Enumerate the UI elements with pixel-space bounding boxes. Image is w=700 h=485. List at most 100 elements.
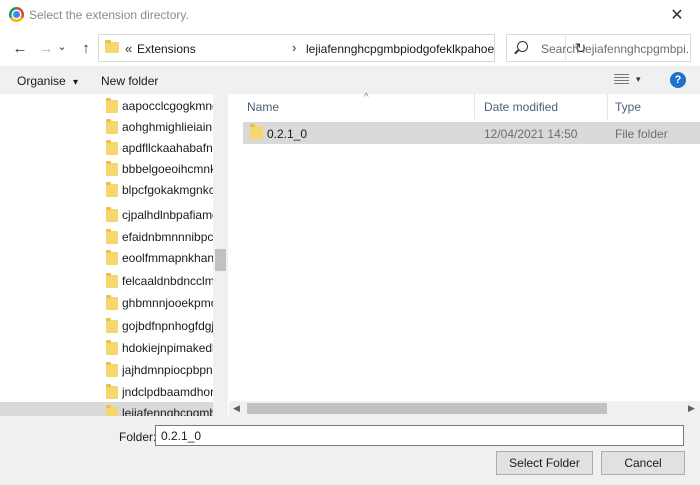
up-arrow-icon: ↑ [82,39,90,57]
forward-button[interactable]: → [36,38,56,58]
file-list-pane: Name ^ Date modified Type 0.2.1_0 12/04/… [229,92,700,416]
breadcrumb-current-folder[interactable]: lejiafennghcpgmbpiodgofeklkpahoe [306,42,494,56]
search-box[interactable]: Search lejiafennghcpgmbpi... [506,34,691,62]
tree-item-label: efaidnbmnnnibpcajpcglclefindmkaj [122,230,213,244]
folder-icon [106,384,118,399]
file-row[interactable]: 0.2.1_0 12/04/2021 14:50 File folder [243,122,700,144]
horizontal-scrollbar[interactable]: ◀ ▶ [229,401,700,416]
folder-icon [106,119,118,134]
chevron-down-icon: ⌄ [57,40,67,53]
tree-item[interactable]: aohghmighlieiainnegkcijnfilokake [0,116,213,137]
view-dropdown-icon[interactable]: ▾ [636,74,641,85]
tree-item-label: jajhdmnpiocpbpnlhejbfelpbjfkekib [122,363,213,377]
tree-item[interactable]: efaidnbmnnnibpcajpcglclefindmkaj [0,226,213,247]
folder-field-label: Folder: [119,430,157,444]
file-date-modified: 12/04/2021 14:50 [484,127,578,141]
tree-item-label: cjpalhdlnbpafiamejdnhcphjbkeiagm [122,208,213,222]
chrome-icon [9,7,24,22]
forward-arrow-icon: → [38,39,54,57]
breadcrumb-extensions[interactable]: Extensions [137,42,196,56]
organise-label: Organise [17,74,66,88]
scroll-right-icon[interactable]: ▶ [688,403,695,414]
tree-item[interactable]: apdfllckaahabafndbhieahigkjlhalf [0,137,213,158]
tree-item-label: aapocclcgogkmnckokdopfmhonfmgoek [122,99,213,113]
tree-item[interactable]: gojbdfnpnhogfdgjbigejoaolejmgdhk [0,315,213,336]
folder-field[interactable] [155,425,684,446]
file-type: File folder [615,127,668,141]
folder-icon [106,340,118,355]
folder-icon [106,250,118,265]
tree-item[interactable]: eoolfmmapnkhandhbddkhmdmjohlbnph [0,247,213,268]
back-button[interactable]: ← [10,38,30,58]
tree-item-label: gojbdfnpnhogfdgjbigejoaolejmgdhk [122,319,213,333]
tree-item[interactable]: bbbelgoeoihcmnkbkbgmacogjhbaoego [0,158,213,179]
cancel-button[interactable]: Cancel [601,451,685,475]
tree-item[interactable]: ghbmnnjooekpmoecnnnilnnbdlolhkhi [0,292,213,313]
organise-button[interactable]: Organise ▾ [17,74,78,88]
tree-item-label: aohghmighlieiainnegkcijnfilokake [122,120,213,134]
folder-icon [250,124,263,139]
scrollbar-thumb[interactable] [215,249,226,271]
tree-item-selected[interactable]: lejiafennghcpgmbpiodgofeklkpahoe [0,402,213,416]
tree-item[interactable]: jajhdmnpiocpbpnlhejbfelpbjfkekib [0,359,213,380]
navigation-pane-scrollbar[interactable] [213,94,228,416]
column-header-date-modified[interactable]: Date modified [476,94,608,119]
scrollbar-thumb[interactable] [247,403,607,414]
chevron-down-icon: ▾ [73,77,79,88]
tree-item[interactable]: blpcfgokakmgnkcojhhkbfbldkacnbeo [0,179,213,200]
address-bar[interactable]: « Extensions › lejiafennghcpgmbpiodgofek… [98,34,586,62]
tree-item[interactable]: aapocclcgogkmnckokdopfmhonfmgoek [0,95,213,116]
tree-item-label: eoolfmmapnkhandhbddkhmdmjohlbnph [122,251,213,265]
tree-item[interactable]: jndclpdbaamdhonoechobihbbbmamlhc [0,381,213,402]
folder-icon [106,140,118,155]
scroll-left-icon[interactable]: ◀ [233,403,240,414]
overflow-chevrons-icon[interactable]: « [125,41,132,56]
tree-item-label: hdokiejnpimakedhajhdlcegeplioahd [122,341,213,355]
folder-icon [106,273,118,288]
title-bar: Select the extension directory. ✕ [0,0,700,30]
select-folder-button[interactable]: Select Folder [496,451,593,475]
tree-item-label: blpcfgokakmgnkcojhhkbfbldkacnbeo [122,183,213,197]
search-icon [517,41,528,52]
folder-icon [106,318,118,333]
breadcrumb-separator-icon[interactable]: › [292,40,296,55]
column-header-label: Name [247,100,280,114]
tree-item-label: jndclpdbaamdhonoechobihbbbmamlhc [122,385,213,399]
close-button[interactable]: ✕ [654,0,700,30]
navigation-pane: aapocclcgogkmnckokdopfmhonfmgoek aohghmi… [0,94,228,416]
window-title: Select the extension directory. [29,8,189,22]
tree-item[interactable]: felcaaldnbdncclmgdcncolpebgiejap [0,270,213,291]
navigation-bar: ← → ⌄ ↑ « Extensions › lejiafennghcpgmbp… [0,30,700,66]
column-header-label: Type [615,100,642,114]
folder-icon [106,161,118,176]
folder-icon [106,362,118,377]
up-button[interactable]: ↑ [76,38,96,58]
folder-icon [106,207,118,222]
new-folder-button[interactable]: New folder [101,74,158,88]
column-header-name[interactable]: Name ^ [239,92,475,119]
tree-item[interactable]: hdokiejnpimakedhajhdlcegeplioahd [0,337,213,358]
tree-item[interactable]: cjpalhdlnbpafiamejdnhcphjbkeiagm [0,204,213,225]
sort-ascending-icon: ^ [364,92,369,103]
close-icon: ✕ [670,7,684,24]
help-icon[interactable]: ? [670,72,686,88]
command-toolbar: Organise ▾ New folder ▾ ? [0,66,700,94]
view-options-icon[interactable] [614,74,629,85]
folder-icon [106,98,118,113]
folder-icon [106,229,118,244]
tree-item-label: ghbmnnjooekpmoecnnnilnnbdlolhkhi [122,296,213,310]
column-header-type[interactable]: Type [607,94,700,119]
tree-item-label: felcaaldnbdncclmgdcncolpebgiejap [122,274,213,288]
folder-icon [106,182,118,197]
folder-icon [106,295,118,310]
tree-item-label: apdfllckaahabafndbhieahigkjlhalf [122,141,213,155]
file-name: 0.2.1_0 [267,127,308,141]
tree-item-label: lejiafennghcpgmbpiodgofeklkpahoe [122,406,213,416]
recent-locations-button[interactable]: ⌄ [56,36,68,56]
search-input[interactable]: Search lejiafennghcpgmbpi... [541,42,689,56]
column-header-label: Date modified [484,100,559,114]
back-arrow-icon: ← [12,39,28,57]
folder-icon [106,405,118,416]
tree-item-label: bbbelgoeoihcmnkbkbgmacogjhbaoego [122,162,213,176]
dialog-footer: Folder: Select Folder Cancel [0,416,700,485]
